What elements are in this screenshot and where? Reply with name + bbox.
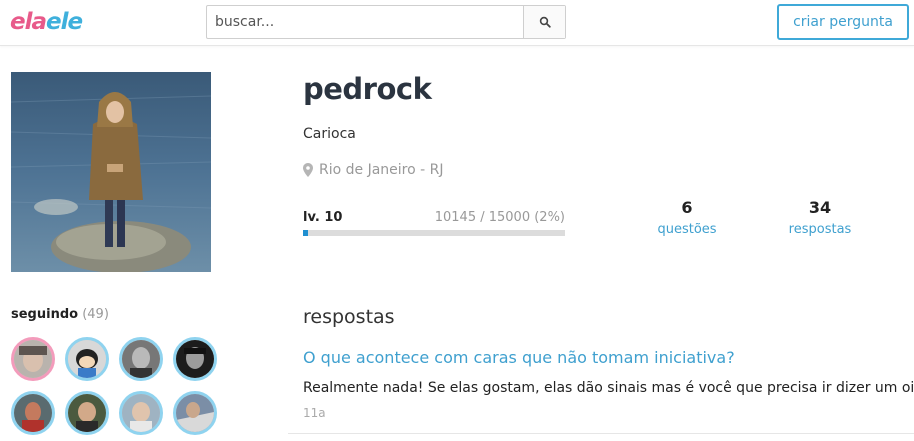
profile-photo <box>11 72 211 272</box>
answers-count: 34 <box>808 198 832 217</box>
profile-location: Rio de Janeiro - RJ <box>303 162 444 178</box>
avatar[interactable] <box>11 391 55 435</box>
search-icon <box>539 16 551 28</box>
logo-part-ele: ele <box>46 9 83 35</box>
avatar[interactable] <box>173 391 217 435</box>
profile-username: pedrock <box>303 72 432 106</box>
profile-bio: Carioca <box>303 126 356 142</box>
create-question-button[interactable]: criar pergunta <box>777 4 909 40</box>
avatar[interactable] <box>65 391 109 435</box>
answers-link[interactable]: respostas <box>775 222 865 237</box>
location-text: Rio de Janeiro - RJ <box>319 162 444 178</box>
logo[interactable]: elaele <box>10 6 83 38</box>
avatar[interactable] <box>119 391 163 435</box>
answers-section-title: respostas <box>303 306 395 328</box>
stat-answers[interactable]: 34 respostas <box>775 198 865 237</box>
search-button[interactable] <box>523 6 565 38</box>
following-count[interactable]: (49) <box>82 307 109 322</box>
xp-progress-bar <box>303 230 565 236</box>
answer-text: Realmente nada! Se elas gostam, elas dão… <box>303 380 914 396</box>
logo-part-ela: ela <box>10 9 47 35</box>
search-input[interactable] <box>207 6 523 38</box>
top-bar: elaele criar pergunta <box>0 0 914 46</box>
answer-question-link[interactable]: O que acontece com caras que não tomam i… <box>303 348 735 367</box>
divider <box>288 433 914 434</box>
questions-count: 6 <box>681 198 693 217</box>
search-bar <box>206 5 566 39</box>
xp-progress-fill <box>303 230 309 236</box>
avatar[interactable] <box>65 337 109 381</box>
avatar[interactable] <box>119 337 163 381</box>
following-label: seguindo <box>11 307 79 322</box>
level-label: lv. 10 <box>303 210 343 225</box>
questions-link[interactable]: questões <box>642 222 732 237</box>
following-avatars <box>11 337 221 435</box>
avatar[interactable] <box>173 337 217 381</box>
level-row: lv. 10 10145 / 15000 (2%) <box>303 210 565 225</box>
avatar[interactable] <box>11 337 55 381</box>
following-header: seguindo (49) <box>11 307 109 322</box>
stat-questions[interactable]: 6 questões <box>642 198 732 237</box>
answer-timestamp: 11a <box>303 406 326 420</box>
map-pin-icon <box>303 163 313 177</box>
xp-text: 10145 / 15000 (2%) <box>434 210 565 225</box>
